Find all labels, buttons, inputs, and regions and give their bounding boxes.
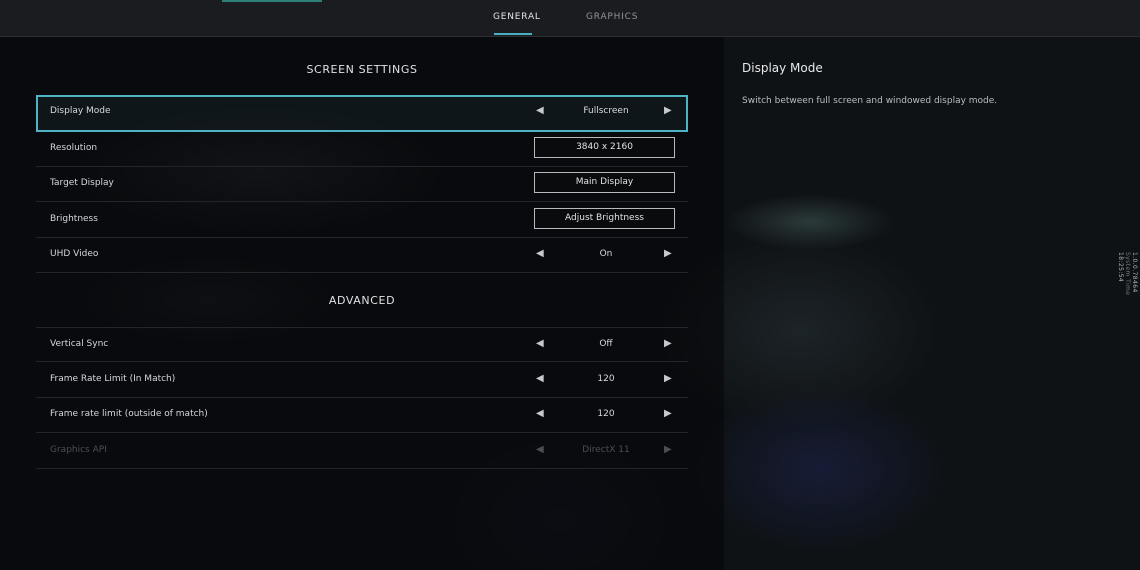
left-arrow-icon[interactable]: ◀ xyxy=(536,105,544,116)
right-arrow-icon[interactable]: ▶ xyxy=(664,248,672,259)
resolution-button[interactable]: 3840 x 2160 xyxy=(534,137,675,158)
setting-value: 120 xyxy=(597,409,615,419)
system-time-label: System Time xyxy=(1124,252,1131,296)
topbar-accent-line xyxy=(222,0,322,2)
left-arrow-icon: ◀ xyxy=(536,444,544,455)
system-time-value: 18:25:54 xyxy=(1117,252,1124,283)
left-arrow-icon[interactable]: ◀ xyxy=(536,338,544,349)
setting-value: 120 xyxy=(597,374,615,384)
right-arrow-icon[interactable]: ▶ xyxy=(664,373,672,384)
help-description: Switch between full screen and windowed … xyxy=(742,96,998,106)
section-title-advanced: ADVANCED xyxy=(328,294,396,307)
setting-label: Display Mode xyxy=(50,106,111,116)
setting-row-frame-rate-in-match[interactable]: Frame Rate Limit (In Match) ◀ 120 ▶ xyxy=(36,363,688,398)
setting-row-vertical-sync[interactable]: Vertical Sync ◀ Off ▶ xyxy=(36,327,688,362)
right-arrow-icon: ▶ xyxy=(664,444,672,455)
setting-row-display-mode[interactable]: Display Mode ◀ Fullscreen ▶ xyxy=(36,95,688,132)
setting-row-uhd-video[interactable]: UHD Video ◀ On ▶ xyxy=(36,238,688,273)
setting-value: Off xyxy=(599,339,613,349)
tab-general[interactable]: GENERAL xyxy=(493,12,541,22)
right-arrow-icon[interactable]: ▶ xyxy=(664,338,672,349)
setting-label: Resolution xyxy=(50,143,98,153)
setting-label: Brightness xyxy=(50,214,98,224)
left-arrow-icon[interactable]: ◀ xyxy=(536,408,544,419)
left-arrow-icon[interactable]: ◀ xyxy=(536,248,544,259)
setting-label: Graphics API xyxy=(50,445,107,455)
setting-label: Frame rate limit (outside of match) xyxy=(50,409,208,419)
help-title: Display Mode xyxy=(742,61,823,75)
adjust-brightness-button[interactable]: Adjust Brightness xyxy=(534,208,675,229)
setting-value: On xyxy=(599,249,613,259)
active-tab-indicator xyxy=(494,33,532,35)
help-panel xyxy=(724,36,1140,570)
right-arrow-icon[interactable]: ▶ xyxy=(664,105,672,116)
tab-graphics[interactable]: GRAPHICS xyxy=(586,12,638,22)
setting-row-target-display[interactable]: Target Display Main Display xyxy=(36,167,688,202)
left-arrow-icon[interactable]: ◀ xyxy=(536,373,544,384)
setting-row-frame-rate-outside-match[interactable]: Frame rate limit (outside of match) ◀ 12… xyxy=(36,398,688,433)
right-arrow-icon[interactable]: ▶ xyxy=(664,408,672,419)
section-title-screen-settings: SCREEN SETTINGS xyxy=(306,63,418,76)
setting-row-resolution[interactable]: Resolution 3840 x 2160 xyxy=(36,132,688,167)
setting-label: Frame Rate Limit (In Match) xyxy=(50,374,176,384)
setting-row-graphics-api: Graphics API ◀ DirectX 11 ▶ xyxy=(36,434,688,469)
top-navigation-bar: GENERAL GRAPHICS xyxy=(0,0,1140,37)
setting-label: Vertical Sync xyxy=(50,339,109,349)
setting-label: Target Display xyxy=(50,178,114,188)
system-info: 1.0.0.78464 System Time 18:25:54 xyxy=(1117,252,1138,301)
version-text: 1.0.0.78464 xyxy=(1131,252,1138,293)
setting-value: DirectX 11 xyxy=(582,445,630,455)
setting-row-brightness[interactable]: Brightness Adjust Brightness xyxy=(36,203,688,238)
target-display-button[interactable]: Main Display xyxy=(534,172,675,193)
setting-value: Fullscreen xyxy=(583,106,629,116)
setting-label: UHD Video xyxy=(50,249,99,259)
